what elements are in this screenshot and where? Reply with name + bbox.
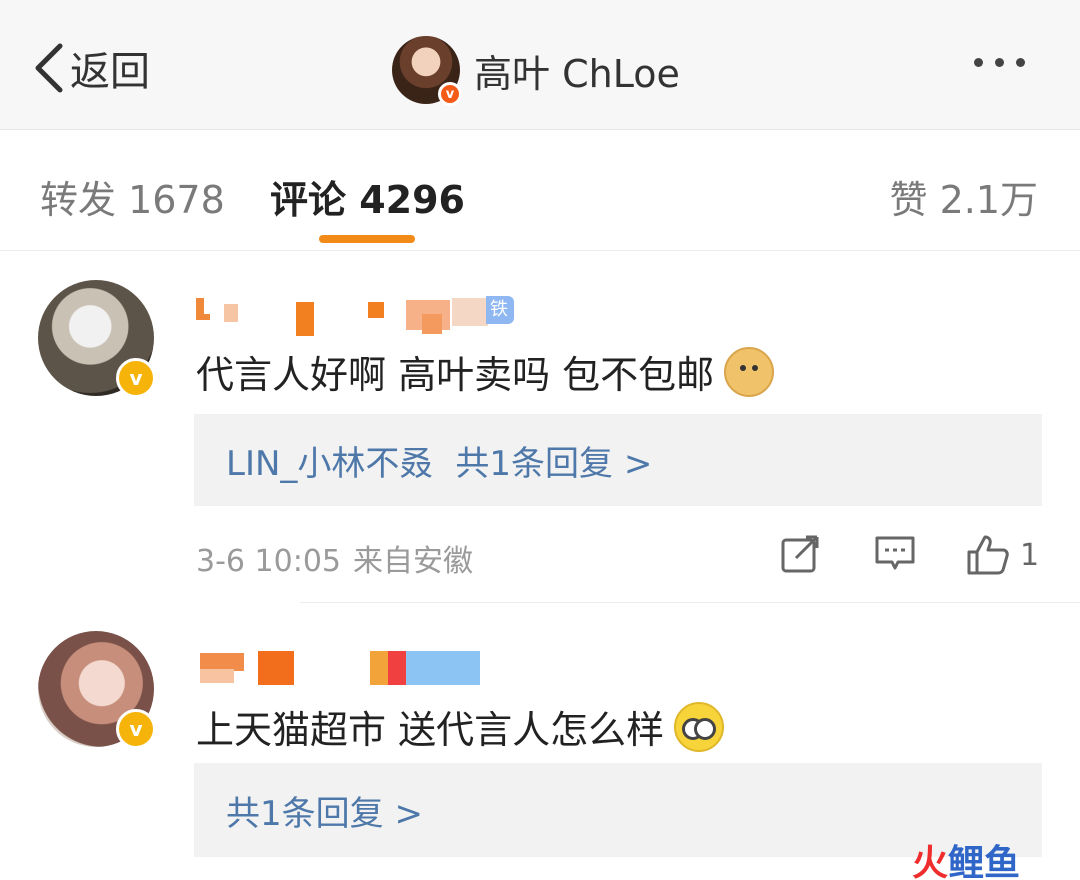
reply-user[interactable]: LIN_小林不叒 (226, 436, 433, 485)
tab-likes[interactable]: 赞 2.1万 (889, 169, 1038, 224)
post-author[interactable]: v 高叶 ChLoe (392, 36, 680, 106)
redaction-block (452, 298, 488, 326)
commenter-avatar[interactable]: v (38, 631, 156, 749)
thumbs-up-icon (967, 535, 1009, 575)
redaction-block (388, 651, 406, 685)
verified-badge-icon: v (438, 82, 462, 106)
commenter-avatar[interactable]: v (38, 280, 156, 398)
redaction-block (406, 651, 480, 685)
more-options-button[interactable] (974, 52, 1025, 73)
comment-text: 上天猫超市 送代言人怎么样 (196, 699, 725, 754)
back-button[interactable]: 返回 (30, 38, 150, 98)
share-icon (781, 535, 819, 573)
redaction-block (200, 669, 234, 683)
redaction-block (204, 314, 210, 320)
tab-comments[interactable]: 评论 4296 (270, 169, 465, 224)
top-nav-bar: 返回 v 高叶 ChLoe (0, 0, 1080, 130)
site-watermark: 火鲤鱼 (912, 834, 1020, 880)
fan-level-badge: 铁粉1 (486, 296, 514, 376)
comment-icon (875, 536, 915, 570)
redaction-block (296, 302, 314, 336)
author-name: 高叶 ChLoe (474, 51, 680, 96)
glasses-emoji-icon (674, 701, 725, 752)
chevron-left-icon (35, 43, 63, 93)
dot-icon (995, 58, 1004, 67)
reply-count[interactable]: 共1条回复 > (455, 436, 652, 485)
tab-repost[interactable]: 转发 1678 (40, 169, 225, 224)
post-tabs: 转发 1678 评论 4296 赞 2.1万 (0, 131, 1080, 251)
reply-button[interactable] (874, 534, 916, 574)
redaction-block (368, 302, 384, 318)
comment-time: 3-6 10:05 (196, 544, 341, 579)
share-button[interactable] (780, 534, 820, 574)
back-label: 返回 (70, 49, 150, 95)
reply-count[interactable]: 共1条回复 > (226, 786, 423, 835)
redaction-block (422, 314, 442, 334)
doge-emoji-icon (724, 346, 775, 397)
comment-item: v 铁粉1 代言人好啊 高叶卖吗 包不包邮 LIN_小林不叒 共1条回复 > 3… (0, 252, 1080, 602)
redaction-block (196, 298, 204, 320)
dot-icon (1016, 58, 1025, 67)
comment-text: 代言人好啊 高叶卖吗 包不包邮 (196, 344, 775, 399)
comment-location: 来自安徽 (353, 544, 473, 579)
watermark-fire: 火 (912, 843, 949, 880)
active-tab-indicator (319, 235, 415, 243)
comment-body: 代言人好啊 高叶卖吗 包不包邮 (196, 353, 715, 397)
verified-badge-icon: v (116, 709, 156, 749)
author-avatar[interactable]: v (392, 36, 462, 106)
verified-badge-icon: v (116, 358, 156, 398)
dot-icon (974, 58, 983, 67)
redaction-block (224, 304, 238, 322)
redaction-block (258, 651, 294, 685)
comment-body: 上天猫超市 送代言人怎么样 (196, 708, 665, 752)
like-button[interactable]: 1 (966, 534, 1039, 576)
watermark-fish: 鲤鱼 (948, 843, 1021, 880)
redaction-block (370, 651, 388, 685)
reply-preview[interactable]: LIN_小林不叒 共1条回复 > (194, 414, 1042, 506)
comment-meta: 3-6 10:05 来自安徽 (196, 536, 473, 580)
like-count: 1 (1020, 537, 1040, 573)
